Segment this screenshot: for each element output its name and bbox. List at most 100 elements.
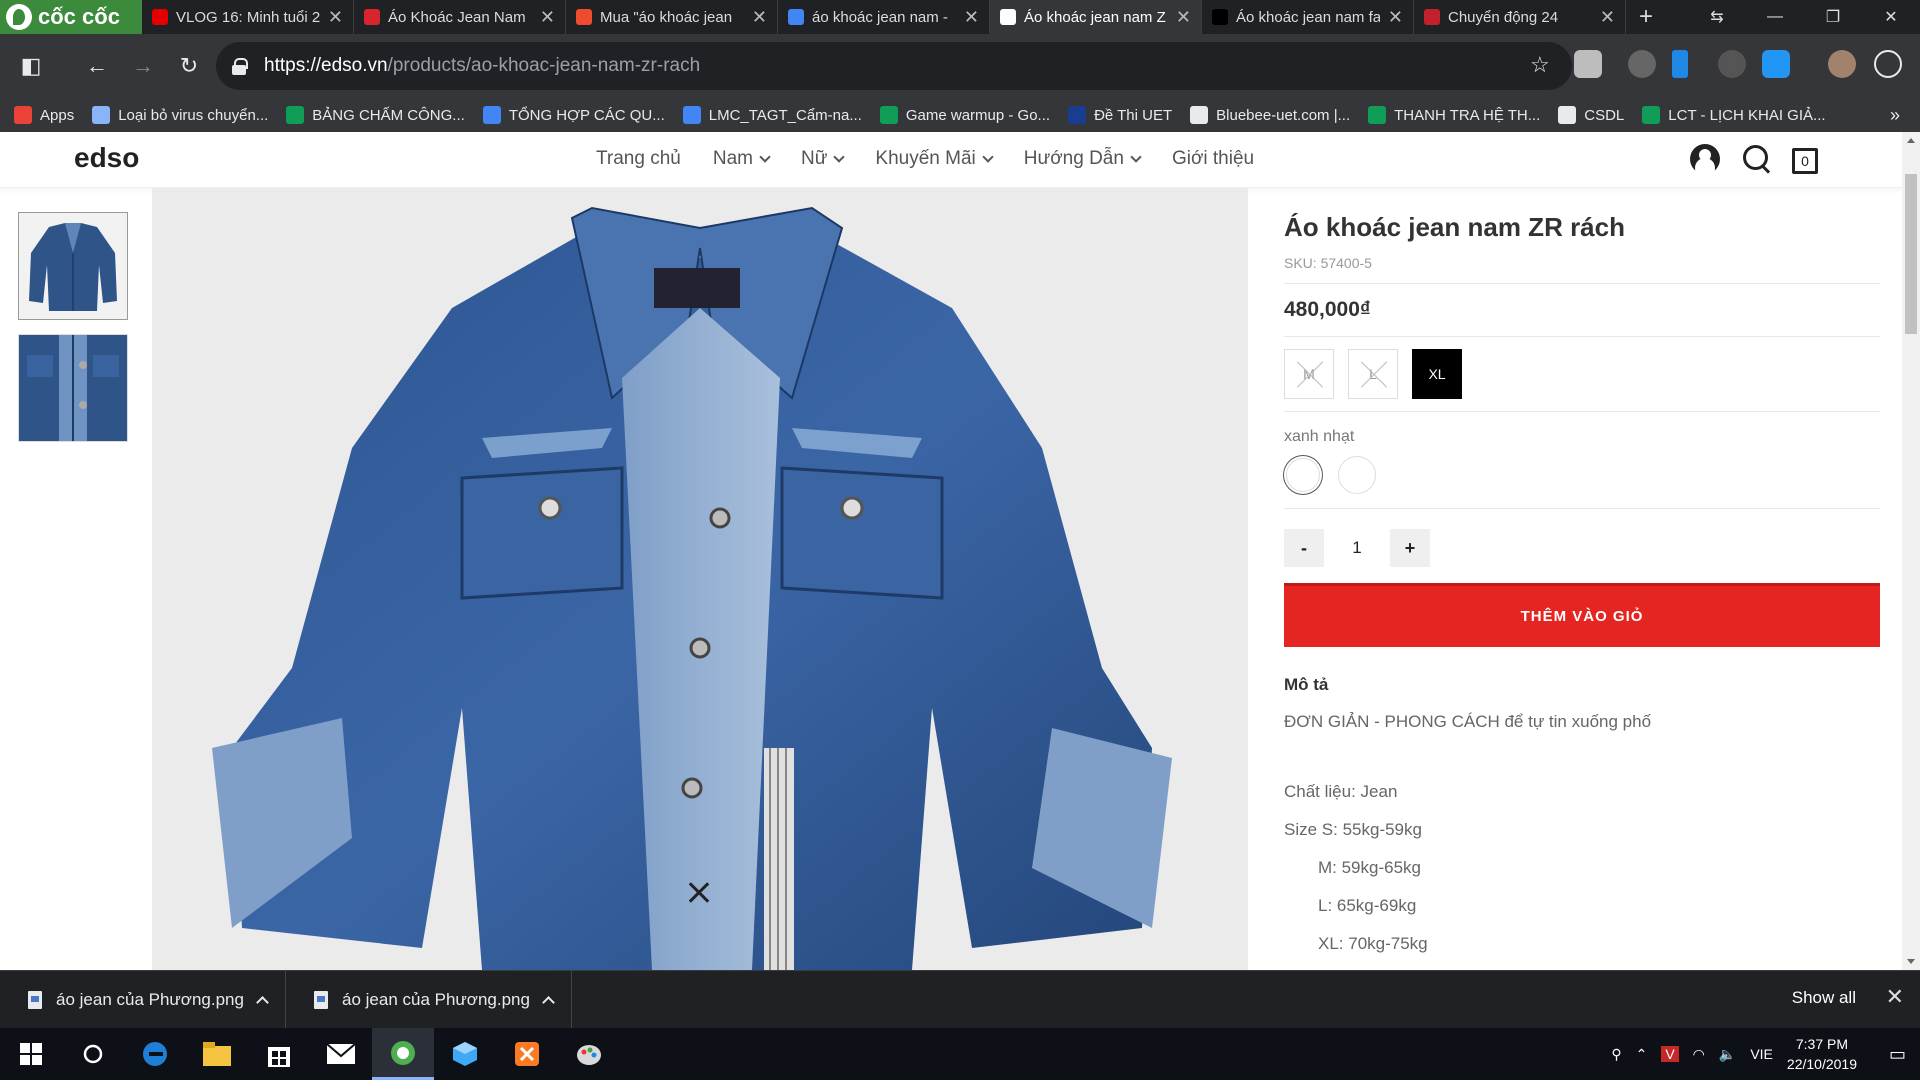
zoom-expand-icon[interactable] <box>686 880 712 906</box>
close-downloads-icon[interactable]: ✕ <box>1886 984 1904 1010</box>
reload-icon[interactable]: ↻ <box>166 43 212 89</box>
tab-close-icon[interactable]: ✕ <box>1176 7 1191 28</box>
mail-icon[interactable] <box>310 1028 372 1080</box>
notifications-icon[interactable]: ▭ <box>1889 1044 1906 1065</box>
tab-close-icon[interactable]: ✕ <box>540 7 555 28</box>
bookmark-item[interactable]: Đề Thi UET <box>1068 106 1172 124</box>
size-option[interactable]: XL <box>1412 349 1462 399</box>
color-swatch-selected[interactable] <box>1286 458 1320 492</box>
nav-item-label: Nam <box>712 148 753 169</box>
cart-icon[interactable]: 0 <box>1792 148 1818 174</box>
tray-expand-icon[interactable]: ⌃ <box>1636 1046 1648 1063</box>
tab-search-icon[interactable]: ⇆ <box>1688 0 1746 34</box>
browser-tab[interactable]: Áo khoác jean nam Z ✕ <box>990 0 1202 34</box>
browser-tab[interactable]: VLOG 16: Minh tuổi 2 ✕ <box>142 0 354 34</box>
profile-avatar[interactable] <box>1828 50 1856 78</box>
browser-tab[interactable]: Chuyển động 24 ✕ <box>1414 0 1626 34</box>
bookmark-item[interactable]: TỔNG HỢP CÁC QU... <box>482 106 665 124</box>
bookmarks-overflow-button[interactable]: » <box>1890 98 1900 132</box>
bookmark-item[interactable]: Bluebee-uet.com |... <box>1190 106 1350 124</box>
sidebar-toggle-icon[interactable]: ◧ <box>8 43 54 89</box>
download-item[interactable]: áo jean của Phương.png <box>0 970 286 1029</box>
product-main-image[interactable] <box>152 188 1248 970</box>
bookmark-item[interactable]: BẢNG CHẤM CÔNG... <box>286 106 465 124</box>
restore-icon[interactable]: ❐ <box>1804 0 1862 34</box>
quantity-input[interactable]: 1 <box>1324 529 1390 567</box>
forward-icon[interactable]: → <box>120 43 166 89</box>
browser-tab[interactable]: áo khoác jean nam - ✕ <box>778 0 990 34</box>
page-scrollbar[interactable] <box>1902 132 1920 970</box>
bookmark-item[interactable]: Game warmup - Go... <box>879 106 1050 124</box>
close-window-icon[interactable]: ✕ <box>1862 0 1920 34</box>
taskbar-clock[interactable]: 7:37 PM 22/10/2019 <box>1787 1034 1857 1074</box>
size-option[interactable]: M <box>1284 349 1334 399</box>
back-icon[interactable]: ← <box>74 43 120 89</box>
bookmark-item[interactable]: Loại bỏ virus chuyển... <box>92 106 268 124</box>
browser-tab[interactable]: Áo khoác jean nam fa ✕ <box>1202 0 1414 34</box>
recycle-extension-icon[interactable] <box>1718 50 1746 78</box>
browser-tab[interactable]: Mua "áo khoác jean ✕ <box>566 0 778 34</box>
new-tab-button[interactable]: + <box>1626 3 1666 31</box>
wifi-icon[interactable]: ◠ <box>1693 1046 1705 1063</box>
store-icon[interactable] <box>248 1028 310 1080</box>
play-extension-icon[interactable] <box>1628 50 1656 78</box>
paint-icon[interactable] <box>558 1028 620 1080</box>
drop-extension-icon[interactable] <box>1762 50 1790 78</box>
minimize-icon[interactable]: — <box>1746 0 1804 34</box>
coccoc-menu-button[interactable]: cốc cốc <box>0 0 142 34</box>
tab-close-icon[interactable]: ✕ <box>964 7 979 28</box>
bookmark-star-icon[interactable]: ☆ <box>1530 52 1550 78</box>
extension-j-icon[interactable] <box>1672 50 1688 78</box>
volume-icon[interactable]: 🔈 <box>1719 1046 1736 1063</box>
bookmark-item[interactable]: Apps <box>14 106 74 124</box>
bookmark-item[interactable]: THANH TRA HỆ TH... <box>1368 106 1540 124</box>
people-icon[interactable]: ⚲ <box>1611 1046 1621 1063</box>
tab-close-icon[interactable]: ✕ <box>328 7 343 28</box>
address-bar[interactable]: https://edso.vn/products/ao-khoac-jean-n… <box>216 42 1572 90</box>
nav-item[interactable]: Khuyến Mãi <box>875 148 994 170</box>
tab-close-icon[interactable]: ✕ <box>1600 7 1615 28</box>
antivirus-tray-icon[interactable]: V <box>1661 1046 1679 1062</box>
tab-close-icon[interactable]: ✕ <box>1388 7 1403 28</box>
windows-start-icon[interactable] <box>0 1028 62 1080</box>
input-language[interactable]: VIE <box>1750 1046 1773 1062</box>
chevron-up-icon[interactable] <box>542 995 555 1009</box>
bookmark-item[interactable]: LMC_TAGT_Cẩm-na... <box>682 106 862 124</box>
omnibox-actions: ☆ <box>1530 52 1550 78</box>
edge-icon[interactable] <box>124 1028 186 1080</box>
quantity-increase-button[interactable]: + <box>1390 529 1430 567</box>
size-option[interactable]: L <box>1348 349 1398 399</box>
download-item[interactable]: áo jean của Phương.png <box>286 970 572 1029</box>
download-extension-icon[interactable] <box>1574 50 1602 78</box>
cortana-search-icon[interactable] <box>62 1028 124 1080</box>
bookmark-item[interactable]: CSDL <box>1558 106 1624 124</box>
menu-circle-icon[interactable] <box>1874 50 1902 78</box>
bookmark-item[interactable]: LCT - LỊCH KHAI GIẢ... <box>1642 106 1826 124</box>
bookmark-label: CSDL <box>1584 106 1625 124</box>
site-logo[interactable]: edso <box>74 142 139 174</box>
account-icon[interactable] <box>1688 142 1722 176</box>
tab-close-icon[interactable]: ✕ <box>752 7 767 28</box>
nav-item[interactable]: Trang chủ <box>596 148 681 170</box>
file-explorer-icon[interactable] <box>186 1028 248 1080</box>
scroll-down-icon[interactable] <box>1907 959 1915 964</box>
nav-item[interactable]: Hướng Dẫn <box>1024 148 1142 170</box>
thumbnail-jacket-front[interactable] <box>18 212 128 320</box>
xampp-icon[interactable] <box>496 1028 558 1080</box>
quantity-decrease-button[interactable]: - <box>1284 529 1324 567</box>
scroll-up-icon[interactable] <box>1907 138 1915 143</box>
thumbnail-jacket-detail[interactable] <box>18 334 128 442</box>
nav-item[interactable]: Nam <box>712 148 771 170</box>
add-to-cart-button[interactable]: THÊM VÀO GIỎ <box>1284 583 1880 647</box>
chevron-up-icon[interactable] <box>256 995 269 1009</box>
scrollbar-thumb[interactable] <box>1905 174 1917 334</box>
color-swatch[interactable] <box>1338 456 1376 494</box>
lock-icon[interactable] <box>232 58 248 75</box>
search-icon[interactable] <box>1740 142 1774 176</box>
coccoc-taskbar-icon[interactable] <box>372 1028 434 1080</box>
cube-app-icon[interactable] <box>434 1028 496 1080</box>
show-all-downloads-button[interactable]: Show all <box>1792 988 1856 1008</box>
nav-item[interactable]: Nữ <box>801 148 846 170</box>
browser-tab[interactable]: Áo Khoác Jean Nam ✕ <box>354 0 566 34</box>
nav-item[interactable]: Giới thiệu <box>1172 148 1254 170</box>
